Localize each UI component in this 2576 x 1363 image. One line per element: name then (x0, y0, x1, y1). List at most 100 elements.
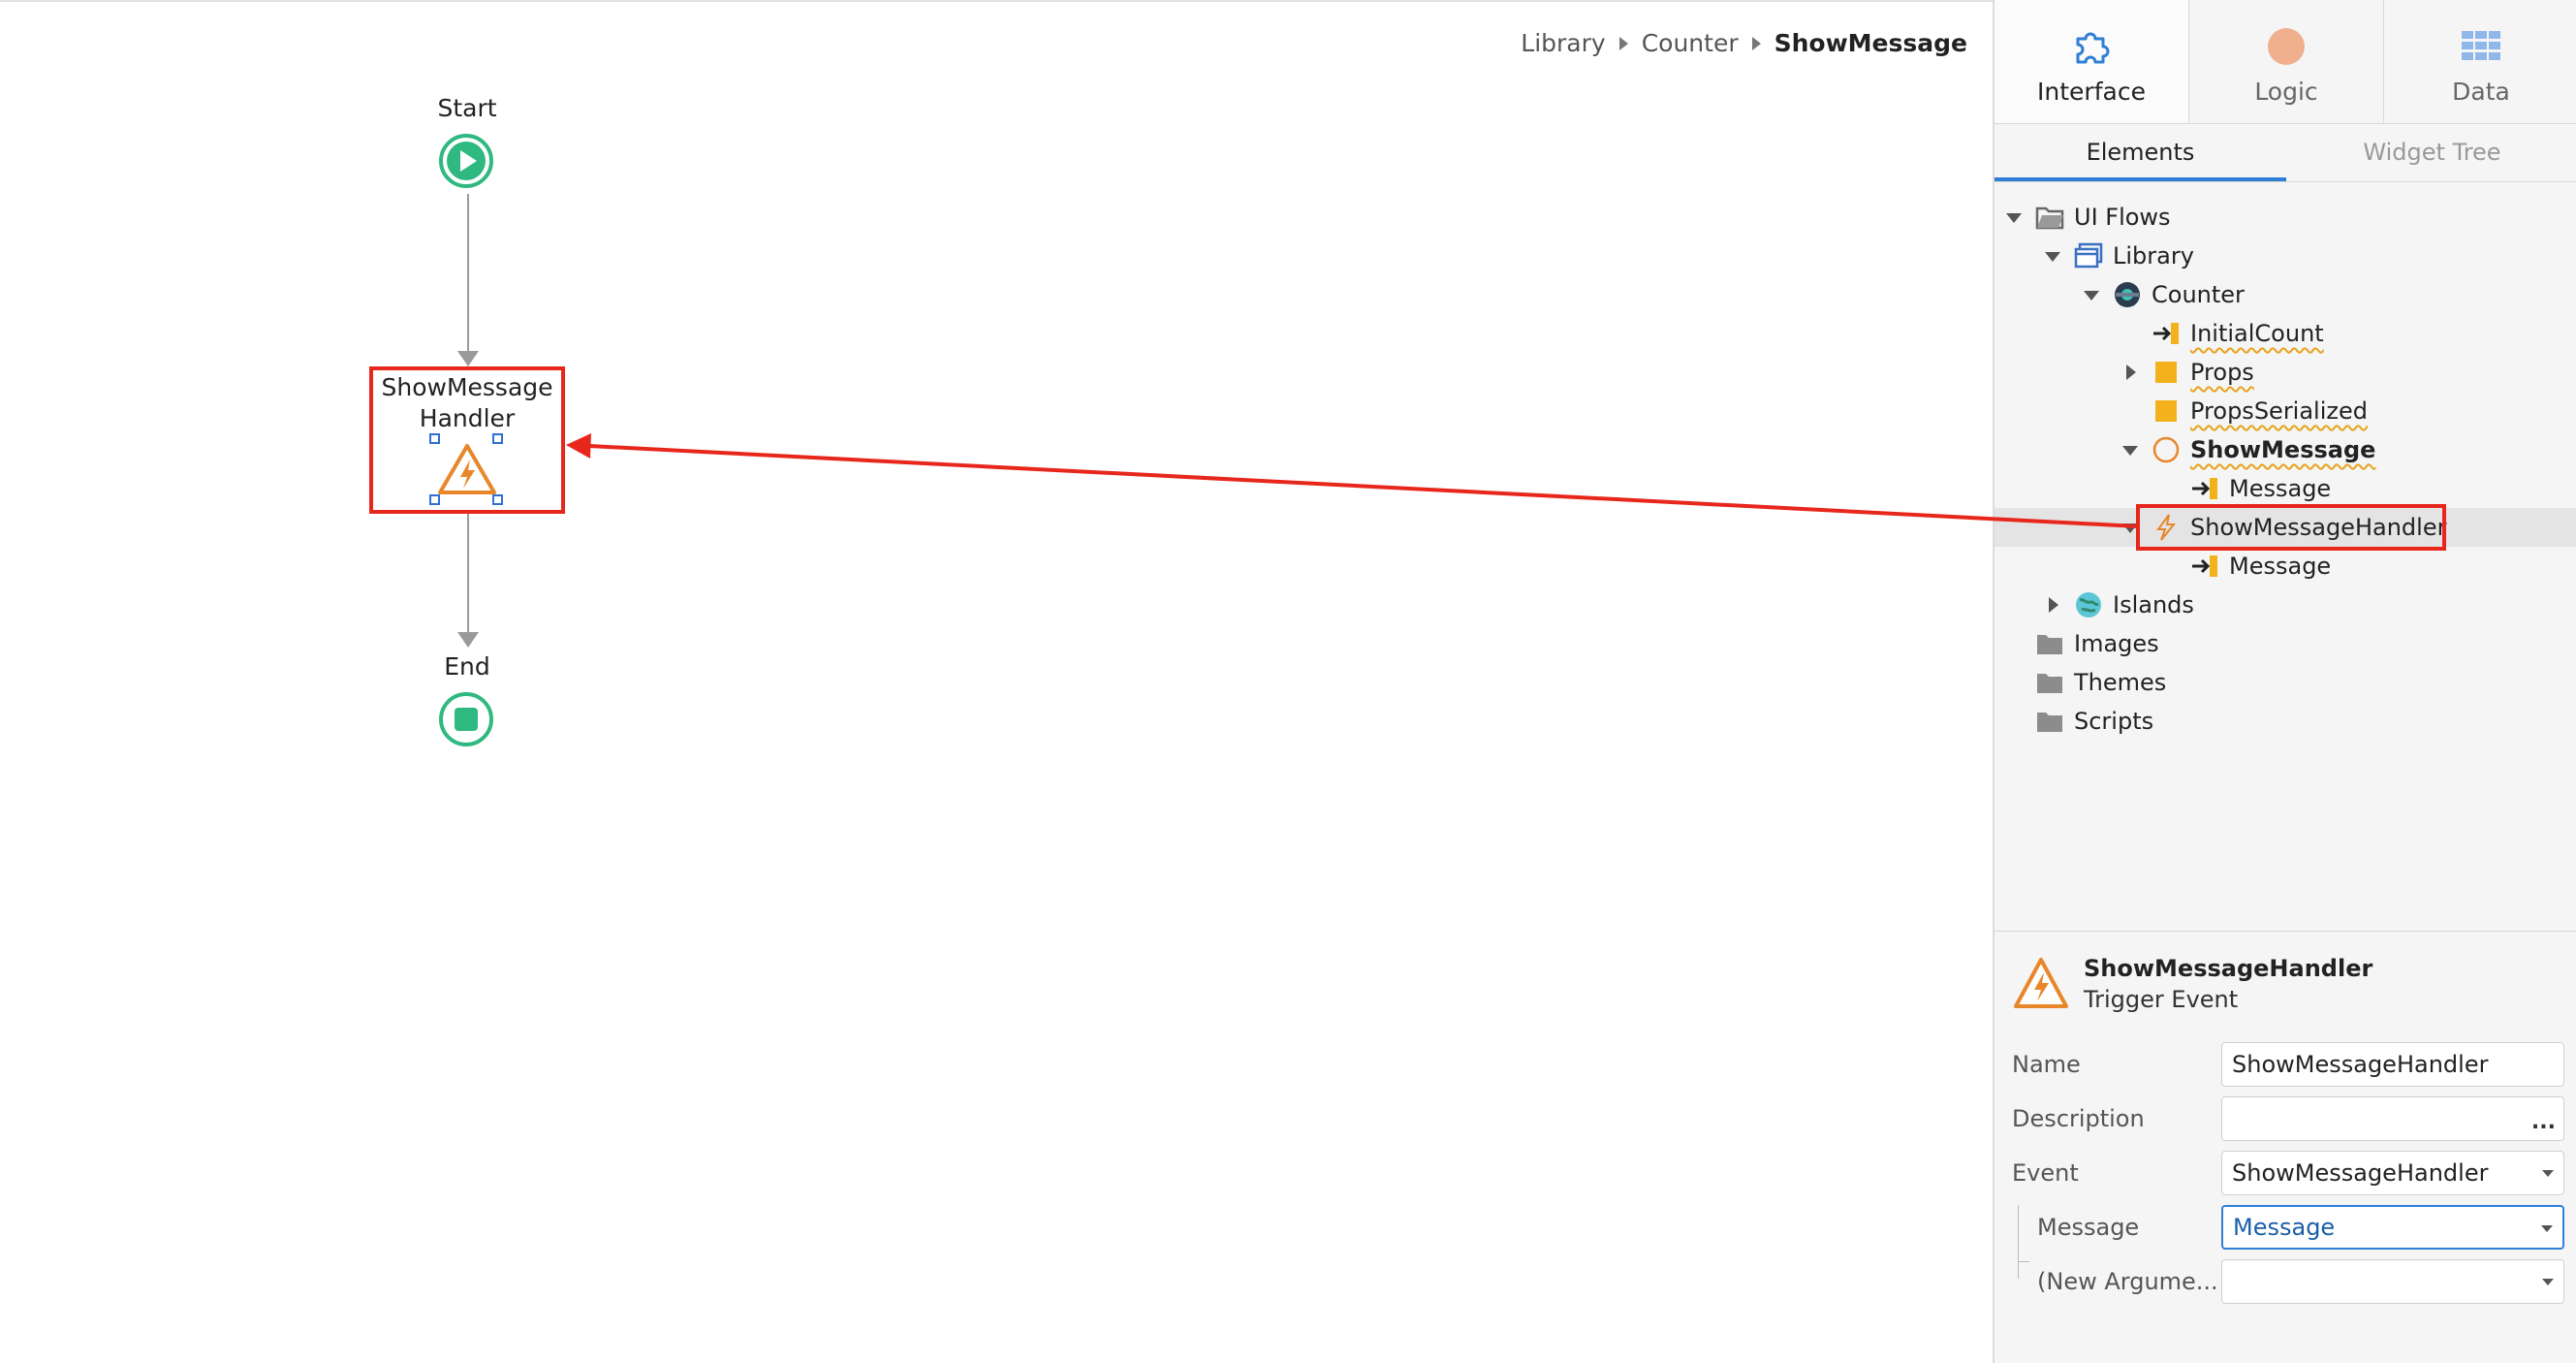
description-more-button[interactable]: ... (2531, 1110, 2556, 1134)
trigger-event-node[interactable] (432, 438, 502, 500)
prop-row-message: Message Message (2012, 1205, 2564, 1250)
tree-label: PropsSerialized (2190, 397, 2368, 425)
description-field[interactable]: ... (2221, 1096, 2564, 1141)
tree-item-islands[interactable]: Islands (1995, 586, 2576, 624)
folder-icon (2035, 629, 2064, 658)
caret-down-icon[interactable] (2084, 291, 2099, 301)
handler-label-line2: Handler (419, 404, 516, 432)
tab-interface-label: Interface (2037, 78, 2146, 106)
tree-item-scripts[interactable]: Scripts (1995, 702, 2576, 741)
chevron-down-icon (2542, 1170, 2554, 1177)
panel-sub-tabs: Elements Widget Tree (1995, 128, 2576, 182)
properties-subtitle: Trigger Event (2084, 986, 2239, 1013)
input-parameter-icon (2190, 552, 2219, 581)
globe-icon (2074, 590, 2103, 619)
handler-label-line1: ShowMessage (381, 373, 553, 401)
end-node[interactable] (439, 692, 493, 746)
ui-flow-icon (2074, 241, 2103, 270)
folder-icon (2035, 707, 2064, 736)
tab-widget-tree[interactable]: Widget Tree (2286, 128, 2576, 181)
tree-item-themes[interactable]: Themes (1995, 663, 2576, 702)
tree-label: ShowMessage (2190, 436, 2376, 463)
elements-tree: UI Flows Library Counter InitialCount Pr… (1995, 198, 2576, 741)
message-value: Message (2233, 1214, 2336, 1241)
local-variable-icon (2152, 358, 2181, 387)
tree-item-initial-count[interactable]: InitialCount (1995, 314, 2576, 353)
tree-label: Images (2074, 630, 2159, 657)
breadcrumb-separator-icon (1618, 36, 1628, 50)
caret-right-icon[interactable] (2126, 365, 2136, 380)
prop-name-label: Name (2012, 1051, 2081, 1078)
logic-circle-icon (2265, 25, 2308, 68)
open-folder-icon (2035, 203, 2064, 232)
tree-item-handler-param[interactable]: Message (1995, 547, 2576, 586)
caret-down-icon[interactable] (2045, 252, 2060, 262)
prop-row-description: Description ... (2012, 1096, 2564, 1141)
tree-item-props-serialized[interactable]: PropsSerialized (1995, 392, 2576, 430)
flow-arrow-icon (457, 351, 479, 366)
tree-label: Counter (2152, 281, 2245, 308)
tree-label: Message (2229, 553, 2332, 580)
breadcrumb-counter[interactable]: Counter (1642, 29, 1739, 57)
tab-data[interactable]: Data (2383, 0, 2576, 123)
flow-connector[interactable] (467, 514, 469, 632)
caret-right-icon[interactable] (2049, 597, 2058, 613)
handler-node-label: ShowMessage Handler (374, 372, 560, 434)
start-node[interactable] (439, 134, 493, 188)
block-icon (2113, 280, 2142, 309)
data-grid-icon (2460, 25, 2502, 68)
flow-connector[interactable] (467, 194, 469, 353)
message-argument-dropdown[interactable]: Message (2221, 1205, 2564, 1250)
tree-item-highlight (2136, 504, 2446, 551)
tree-label: Props (2190, 359, 2254, 386)
tree-item-ui-flows[interactable]: UI Flows (1995, 198, 2576, 237)
stop-icon (455, 708, 478, 731)
tree-label: Themes (2074, 669, 2167, 696)
caret-down-icon[interactable] (2122, 446, 2138, 456)
tree-item-library[interactable]: Library (1995, 237, 2576, 275)
tree-item-images[interactable]: Images (1995, 624, 2576, 663)
breadcrumb-current: ShowMessage (1774, 29, 1967, 57)
event-dropdown[interactable]: ShowMessageHandler (2221, 1151, 2564, 1195)
tree-item-props[interactable]: Props (1995, 353, 2576, 392)
play-icon (447, 142, 486, 180)
selection-handle[interactable] (429, 494, 440, 505)
name-field[interactable]: ShowMessageHandler (2221, 1042, 2564, 1087)
breadcrumb-separator-icon (1751, 36, 1761, 50)
panel-top-tabs: Interface Logic Data (1995, 0, 2576, 124)
tree-label: Library (2113, 242, 2194, 269)
chevron-down-icon (2541, 1225, 2553, 1232)
chevron-down-icon (2542, 1279, 2554, 1285)
puzzle-icon (2070, 25, 2113, 68)
input-parameter-icon (2190, 474, 2219, 503)
client-action-icon (2152, 435, 2181, 464)
properties-title: ShowMessageHandler (2084, 955, 2373, 982)
tree-label: UI Flows (2074, 204, 2171, 231)
tab-logic[interactable]: Logic (2188, 0, 2383, 123)
prop-message-label: Message (2037, 1214, 2140, 1241)
tree-item-show-message-param[interactable]: Message (1995, 469, 2576, 508)
breadcrumb-library[interactable]: Library (1521, 29, 1605, 57)
selection-handle[interactable] (492, 494, 503, 505)
properties-header: ShowMessageHandler Trigger Event (2012, 953, 2372, 1015)
tab-elements[interactable]: Elements (1995, 128, 2286, 181)
tree-item-show-message-handler[interactable]: ShowMessageHandler (1995, 504, 2576, 551)
tab-interface[interactable]: Interface (1995, 0, 2188, 123)
flow-canvas[interactable]: Library Counter ShowMessage Start ShowMe… (0, 0, 1993, 1363)
new-argument-dropdown[interactable] (2221, 1259, 2564, 1304)
tree-label: Message (2229, 475, 2332, 502)
prop-new-argument-label: (New Argume... (2037, 1268, 2218, 1295)
prop-event-label: Event (2012, 1159, 2079, 1187)
input-parameter-icon (2152, 319, 2181, 348)
prop-row-event: Event ShowMessageHandler (2012, 1151, 2564, 1195)
start-label: Start (437, 94, 497, 122)
tree-label: Scripts (2074, 708, 2154, 735)
selection-handle[interactable] (492, 433, 503, 444)
tree-item-show-message[interactable]: ShowMessage (1995, 430, 2576, 469)
caret-down-icon[interactable] (2006, 213, 2022, 223)
folder-icon (2035, 668, 2064, 697)
right-panel: Interface Logic Data Elements Widget Tre… (1993, 0, 2576, 1363)
selection-handle[interactable] (429, 433, 440, 444)
tree-item-counter[interactable]: Counter (1995, 275, 2576, 314)
prop-row-name: Name ShowMessageHandler (2012, 1042, 2564, 1087)
